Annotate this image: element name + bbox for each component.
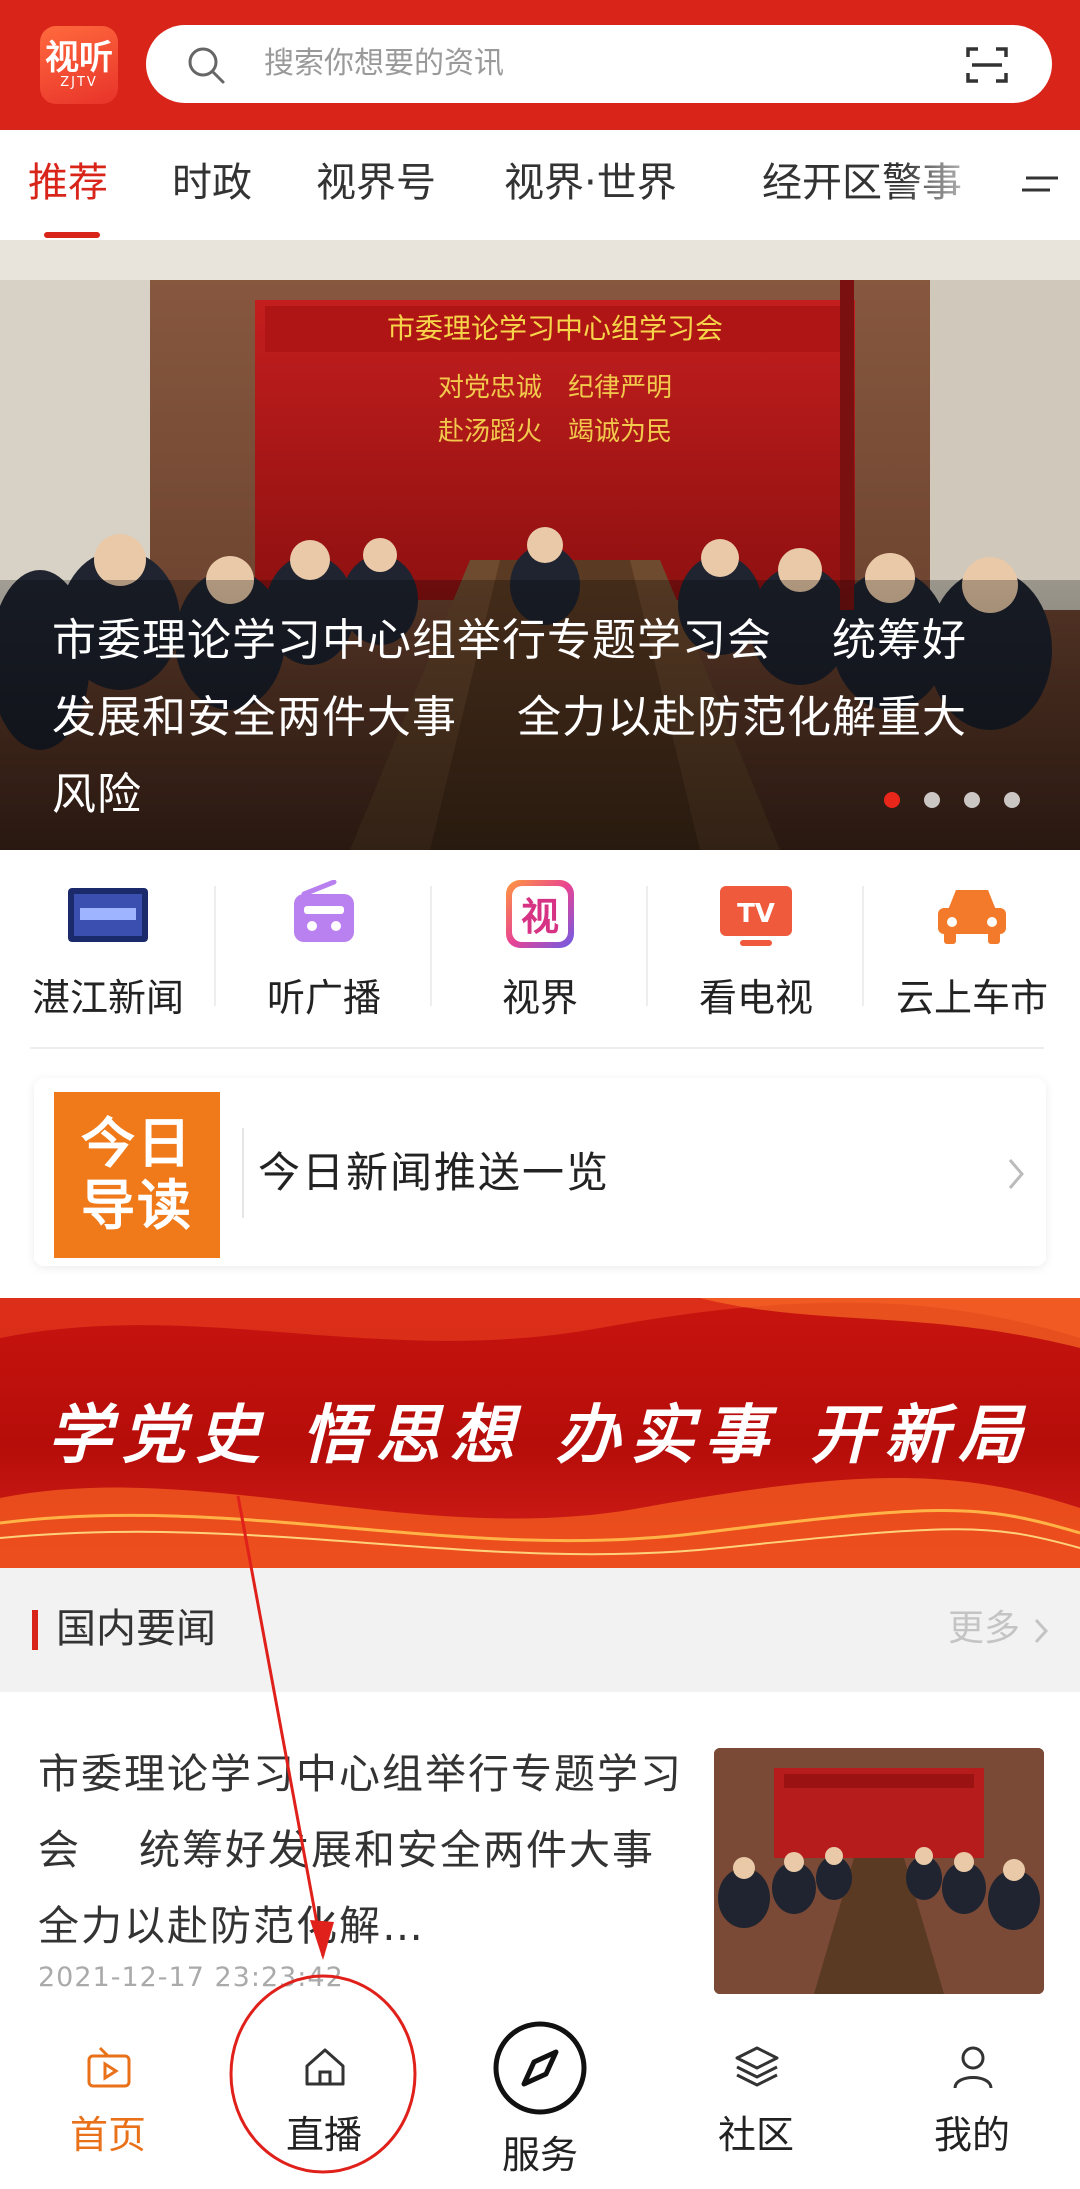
carousel-dot-2[interactable] xyxy=(924,792,940,808)
tab-shijie-world[interactable]: 视界·世界 xyxy=(504,158,677,208)
active-tab-indicator xyxy=(44,232,100,238)
today-badge-line2: 导读 xyxy=(81,1174,193,1237)
house-icon xyxy=(305,2048,345,2086)
today-divider xyxy=(242,1128,244,1218)
today-reading-badge: 今日 导读 xyxy=(54,1092,220,1258)
banner-photo-line1: 对党忠诚 纪律严明 xyxy=(438,373,672,403)
shortcut-label: 视界 xyxy=(501,976,578,1020)
article-timestamp: 2021-12-17 23:23:42 xyxy=(38,1962,344,1993)
app-logo[interactable]: 视听 ZJTV xyxy=(40,26,118,104)
article-thumbnail-image xyxy=(714,1748,1044,1994)
app-logo-mark: 视听 xyxy=(45,38,113,78)
app-logo-sub: ZJTV xyxy=(60,75,98,90)
tab-shijiehao[interactable]: 视界号 xyxy=(316,158,436,208)
search-bar[interactable]: 搜索你想要的资讯 xyxy=(146,25,1052,103)
shortcut-radio[interactable]: 听广播 xyxy=(216,880,432,1030)
today-reading-card[interactable]: 今日 导读 今日新闻推送一览 xyxy=(34,1078,1046,1266)
nav-label: 社区 xyxy=(717,2113,794,2157)
chevron-right-icon xyxy=(1008,1159,1024,1189)
nav-live[interactable]: 直播 xyxy=(216,2008,432,2189)
more-link[interactable]: 更多 xyxy=(948,1606,1020,1652)
layers-icon xyxy=(735,2046,779,2087)
compass-icon[interactable] xyxy=(490,2018,590,2118)
carousel-dot-4[interactable] xyxy=(1004,792,1020,808)
svg-text:TV: TV xyxy=(737,899,775,929)
shortcut-label: 听广播 xyxy=(266,976,381,1020)
tab-recommend[interactable]: 推荐 xyxy=(28,158,108,208)
carousel-dot-3[interactable] xyxy=(964,792,980,808)
tab-fade-mask xyxy=(900,130,1000,240)
article-thumbnail[interactable] xyxy=(714,1748,1044,1994)
today-badge-line1: 今日 xyxy=(81,1112,193,1175)
top-header: 视听 ZJTV 搜索你想要的资讯 xyxy=(0,0,1080,130)
banner-photo-line2: 赴汤蹈火 竭诚为民 xyxy=(438,417,672,447)
today-reading-text: 今日新闻推送一览 xyxy=(258,1148,611,1197)
shortcut-label: 云上车市 xyxy=(895,976,1048,1020)
shortcut-grid: 湛江新闻 听广播 视 视界 TV 看电视 云上车市 xyxy=(0,868,1080,1028)
headline-carousel[interactable]: 市委理论学习中心组学习会 对党忠诚 纪律严明 赴汤蹈火 竭诚为民 市委理论学习中… xyxy=(0,240,1080,850)
nav-mine[interactable]: 我的 xyxy=(864,2008,1080,2189)
shortcut-shijie[interactable]: 视 视界 xyxy=(432,880,648,1030)
channel-menu-icon[interactable] xyxy=(1020,172,1060,202)
chevron-right-icon[interactable] xyxy=(1032,1616,1050,1646)
shortcut-tv[interactable]: TV 看电视 xyxy=(648,880,864,1030)
shijie-icon: 视 xyxy=(506,880,574,948)
car-icon xyxy=(938,890,1006,944)
banner-headline[interactable]: 市委理论学习中心组举行专题学习会 统筹好发展和安全两件大事 全力以赴防范化解重大… xyxy=(52,602,1002,833)
article-title[interactable]: 市委理论学习中心组举行专题学习会 统筹好发展和安全两件大事 全力以赴防范化解… xyxy=(38,1736,711,1964)
svg-text:视: 视 xyxy=(521,895,559,939)
news-list-item[interactable]: 市委理论学习中心组举行专题学习会 统筹好发展和安全两件大事 全力以赴防范化解… … xyxy=(0,1692,1080,2012)
section-title: 国内要闻 xyxy=(56,1606,216,1652)
person-icon xyxy=(953,2046,993,2089)
tab-politics[interactable]: 时政 xyxy=(172,158,252,208)
slogan-text: 学党史 悟思想 办实事 开新局 xyxy=(47,1398,1033,1473)
slogan-banner[interactable]: 学党史 悟思想 办实事 开新局 xyxy=(0,1298,1080,1568)
nav-home[interactable]: 首页 xyxy=(0,2008,216,2189)
nav-community[interactable]: 社区 xyxy=(648,2008,864,2189)
section-divider xyxy=(30,1047,1044,1049)
search-icon xyxy=(188,47,225,84)
scan-icon[interactable] xyxy=(966,45,1008,85)
carousel-dots xyxy=(884,792,1020,808)
shortcut-label: 湛江新闻 xyxy=(31,976,184,1020)
tv-icon: TV xyxy=(720,886,792,946)
bottom-navigation: 首页 直播 服务 社区 我的 xyxy=(0,2008,1080,2189)
video-home-icon xyxy=(87,2046,131,2088)
carousel-dot-1[interactable] xyxy=(884,792,900,808)
domestic-news-header: 国内要闻 更多 xyxy=(0,1568,1080,1692)
zhanjiang-news-icon xyxy=(68,888,148,942)
radio-icon xyxy=(294,880,354,942)
banner-photo-headline: 市委理论学习中心组学习会 xyxy=(387,312,723,345)
channel-tabs: 推荐 时政 视界号 视界·世界 经开区警事 xyxy=(0,130,1080,240)
shortcut-label: 看电视 xyxy=(698,976,813,1020)
shortcut-car-market[interactable]: 云上车市 xyxy=(864,880,1080,1030)
nav-label: 首页 xyxy=(69,2113,146,2157)
nav-service-label[interactable]: 服务 xyxy=(432,2132,648,2178)
nav-label: 我的 xyxy=(933,2113,1010,2157)
section-accent-bar xyxy=(32,1610,38,1650)
nav-label: 直播 xyxy=(285,2113,362,2157)
shortcut-zhanjiang-news[interactable]: 湛江新闻 xyxy=(0,880,216,1030)
search-placeholder: 搜索你想要的资讯 xyxy=(264,46,504,81)
